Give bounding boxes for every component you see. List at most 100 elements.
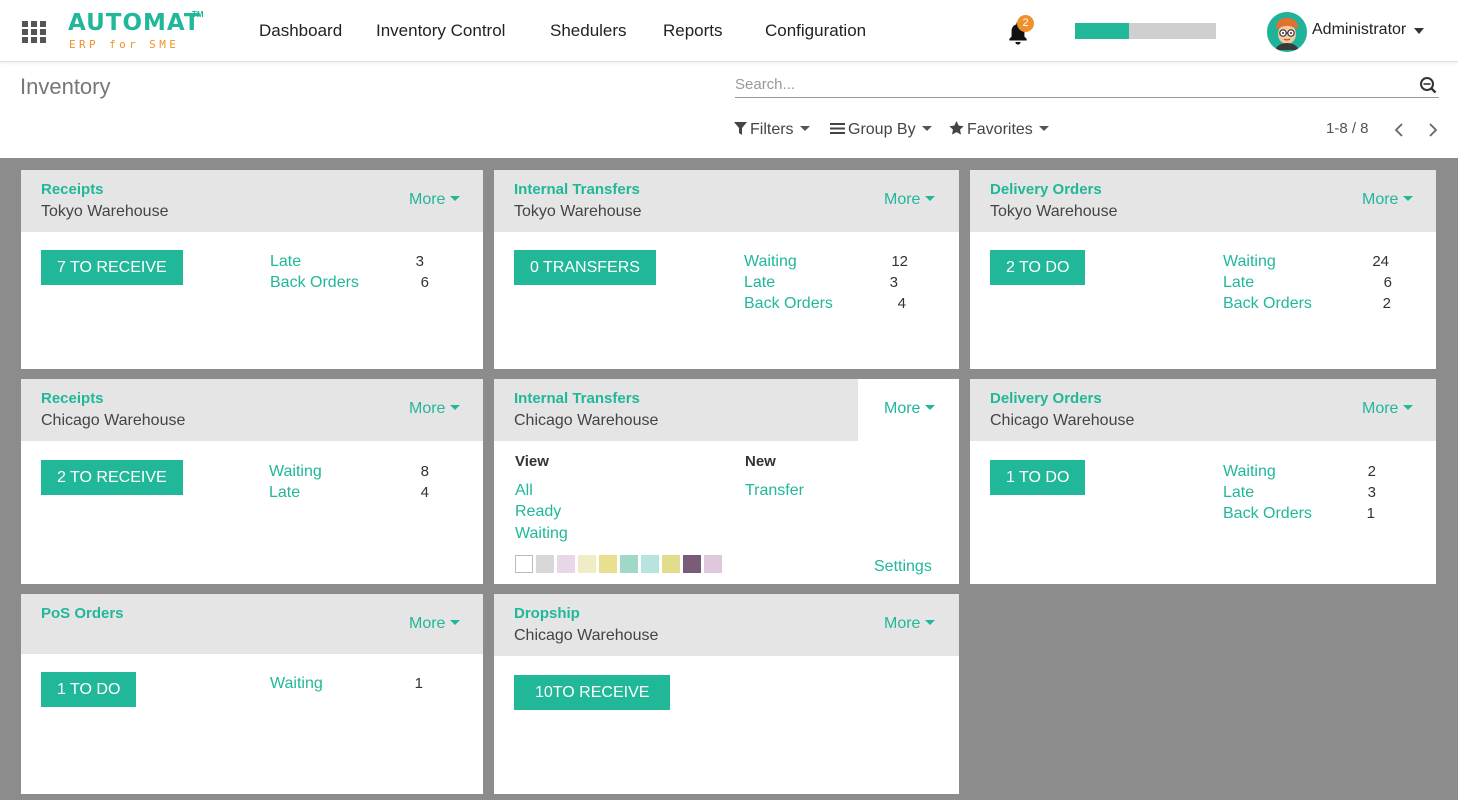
user-menu-caret-icon[interactable]	[1414, 28, 1424, 34]
color-swatch[interactable]	[704, 555, 722, 573]
stat-back-orders-link[interactable]: Back Orders	[270, 274, 359, 292]
more-dropdown[interactable]: More	[884, 615, 936, 633]
pager-value[interactable]: 1-8 / 8	[1326, 120, 1369, 137]
stat-late-value: 4	[420, 484, 429, 501]
view-ready-link[interactable]: Ready	[515, 503, 561, 521]
card-title[interactable]: PoS Orders	[41, 605, 124, 622]
nav-shedulers[interactable]: Shedulers	[550, 21, 627, 41]
settings-link[interactable]: Settings	[874, 558, 932, 576]
user-menu[interactable]: Administrator	[1312, 21, 1406, 39]
stat-late-link[interactable]: Late	[270, 253, 301, 271]
color-swatch[interactable]	[578, 555, 596, 573]
color-swatch[interactable]	[536, 555, 554, 573]
card-subtitle: Chicago Warehouse	[41, 412, 186, 429]
nav-dashboard[interactable]: Dashboard	[259, 21, 342, 41]
stat-back-orders-link[interactable]: Back Orders	[1223, 295, 1312, 313]
to-receive-button[interactable]: 2 TO RECEIVE	[41, 460, 183, 495]
card-title[interactable]: Receipts	[41, 390, 104, 407]
color-swatch[interactable]	[683, 555, 701, 573]
apps-grid-icon[interactable]	[22, 21, 46, 43]
nav-configuration[interactable]: Configuration	[765, 21, 866, 41]
to-do-button[interactable]: 1 TO DO	[990, 460, 1086, 495]
card-title[interactable]: Delivery Orders	[990, 181, 1102, 198]
stat-waiting-link[interactable]: Waiting	[270, 675, 323, 693]
stat-late-link[interactable]: Late	[269, 484, 300, 502]
color-swatch[interactable]	[599, 555, 617, 573]
pager-next-icon[interactable]	[1425, 121, 1441, 139]
more-dropdown[interactable]: More	[1362, 191, 1414, 209]
stat-late-value: 3	[1367, 484, 1376, 501]
more-dropdown[interactable]: More	[1362, 400, 1414, 418]
color-picker	[515, 555, 725, 575]
transfers-button[interactable]: 0 TRANSFERS	[514, 250, 656, 285]
activity-progress-fill	[1075, 23, 1129, 39]
more-dropdown[interactable]: More	[884, 191, 936, 209]
more-dropdown[interactable]: More	[409, 615, 461, 633]
notification-badge: 2	[1017, 15, 1034, 32]
more-dropdown[interactable]: More	[884, 400, 936, 418]
card-title[interactable]: Receipts	[41, 181, 104, 198]
color-swatch[interactable]	[557, 555, 575, 573]
more-label: More	[884, 400, 921, 417]
chevron-down-icon	[450, 620, 461, 625]
stat-waiting-link[interactable]: Waiting	[744, 253, 797, 271]
card-subtitle: Chicago Warehouse	[514, 627, 659, 644]
stat-waiting-value: 1	[414, 675, 423, 692]
stat-waiting-link[interactable]: Waiting	[1223, 463, 1276, 481]
stat-waiting-value: 8	[420, 463, 429, 480]
brand-logo[interactable]: AUTOMAT TM ERP for SME	[68, 10, 208, 54]
card-delivery-orders-chicago[interactable]: Delivery Orders Chicago Warehouse More 1…	[970, 379, 1436, 584]
filters-button[interactable]: Filters	[734, 121, 810, 139]
group-by-label: Group By	[848, 121, 916, 138]
stat-back-orders-value: 2	[1382, 295, 1391, 312]
more-label: More	[1362, 191, 1399, 208]
more-dropdown[interactable]: More	[409, 400, 461, 418]
search-icon[interactable]	[1419, 76, 1437, 94]
stat-late-link[interactable]: Late	[744, 274, 775, 292]
card-title[interactable]: Internal Transfers	[514, 181, 640, 198]
pager-previous-icon[interactable]	[1391, 121, 1407, 139]
card-internal-transfers-tokyo[interactable]: Internal Transfers Tokyo Warehouse More …	[494, 170, 959, 369]
more-label: More	[409, 191, 446, 208]
stat-back-orders-link[interactable]: Back Orders	[744, 295, 833, 313]
to-receive-button[interactable]: 10TO RECEIVE	[514, 675, 671, 710]
chevron-down-icon	[450, 405, 461, 410]
to-do-button[interactable]: 2 TO DO	[990, 250, 1086, 285]
stat-late-link[interactable]: Late	[1223, 274, 1254, 292]
color-swatch[interactable]	[662, 555, 680, 573]
more-dropdown[interactable]: More	[409, 191, 461, 209]
user-avatar[interactable]	[1267, 12, 1307, 52]
nav-reports[interactable]: Reports	[663, 21, 723, 41]
to-do-button[interactable]: 1 TO DO	[41, 672, 137, 707]
card-title[interactable]: Dropship	[514, 605, 580, 622]
card-dropship-chicago[interactable]: Dropship Chicago Warehouse More 10TO REC…	[494, 594, 959, 794]
favorites-button[interactable]: Favorites	[949, 121, 1049, 139]
card-receipts-tokyo[interactable]: Receipts Tokyo Warehouse More 7 TO RECEI…	[21, 170, 483, 369]
to-receive-button[interactable]: 7 TO RECEIVE	[41, 250, 183, 285]
star-icon	[949, 121, 964, 135]
card-pos-orders[interactable]: PoS Orders More 1 TO DO Waiting 1	[21, 594, 483, 794]
search-bar	[735, 70, 1439, 98]
stat-waiting-link[interactable]: Waiting	[269, 463, 322, 481]
card-header: Internal Transfers Chicago Warehouse	[494, 379, 858, 441]
stat-back-orders-link[interactable]: Back Orders	[1223, 505, 1312, 523]
card-delivery-orders-tokyo[interactable]: Delivery Orders Tokyo Warehouse More 2 T…	[970, 170, 1436, 369]
stat-waiting-value: 2	[1367, 463, 1376, 480]
view-waiting-link[interactable]: Waiting	[515, 525, 568, 543]
more-label: More	[884, 191, 921, 208]
group-by-button[interactable]: Group By	[830, 121, 932, 139]
chevron-down-icon	[921, 126, 932, 131]
stat-waiting-link[interactable]: Waiting	[1223, 253, 1276, 271]
search-input[interactable]	[735, 73, 1395, 95]
view-all-link[interactable]: All	[515, 482, 533, 500]
color-swatch[interactable]	[641, 555, 659, 573]
card-title[interactable]: Delivery Orders	[990, 390, 1102, 407]
card-receipts-chicago[interactable]: Receipts Chicago Warehouse More 2 TO REC…	[21, 379, 483, 584]
new-transfer-link[interactable]: Transfer	[745, 482, 804, 500]
card-title[interactable]: Internal Transfers	[514, 390, 640, 407]
card-internal-transfers-chicago[interactable]: Internal Transfers Chicago Warehouse Mor…	[494, 379, 959, 584]
color-swatch[interactable]	[515, 555, 533, 573]
nav-inventory-control[interactable]: Inventory Control	[376, 21, 505, 41]
stat-late-link[interactable]: Late	[1223, 484, 1254, 502]
color-swatch[interactable]	[620, 555, 638, 573]
